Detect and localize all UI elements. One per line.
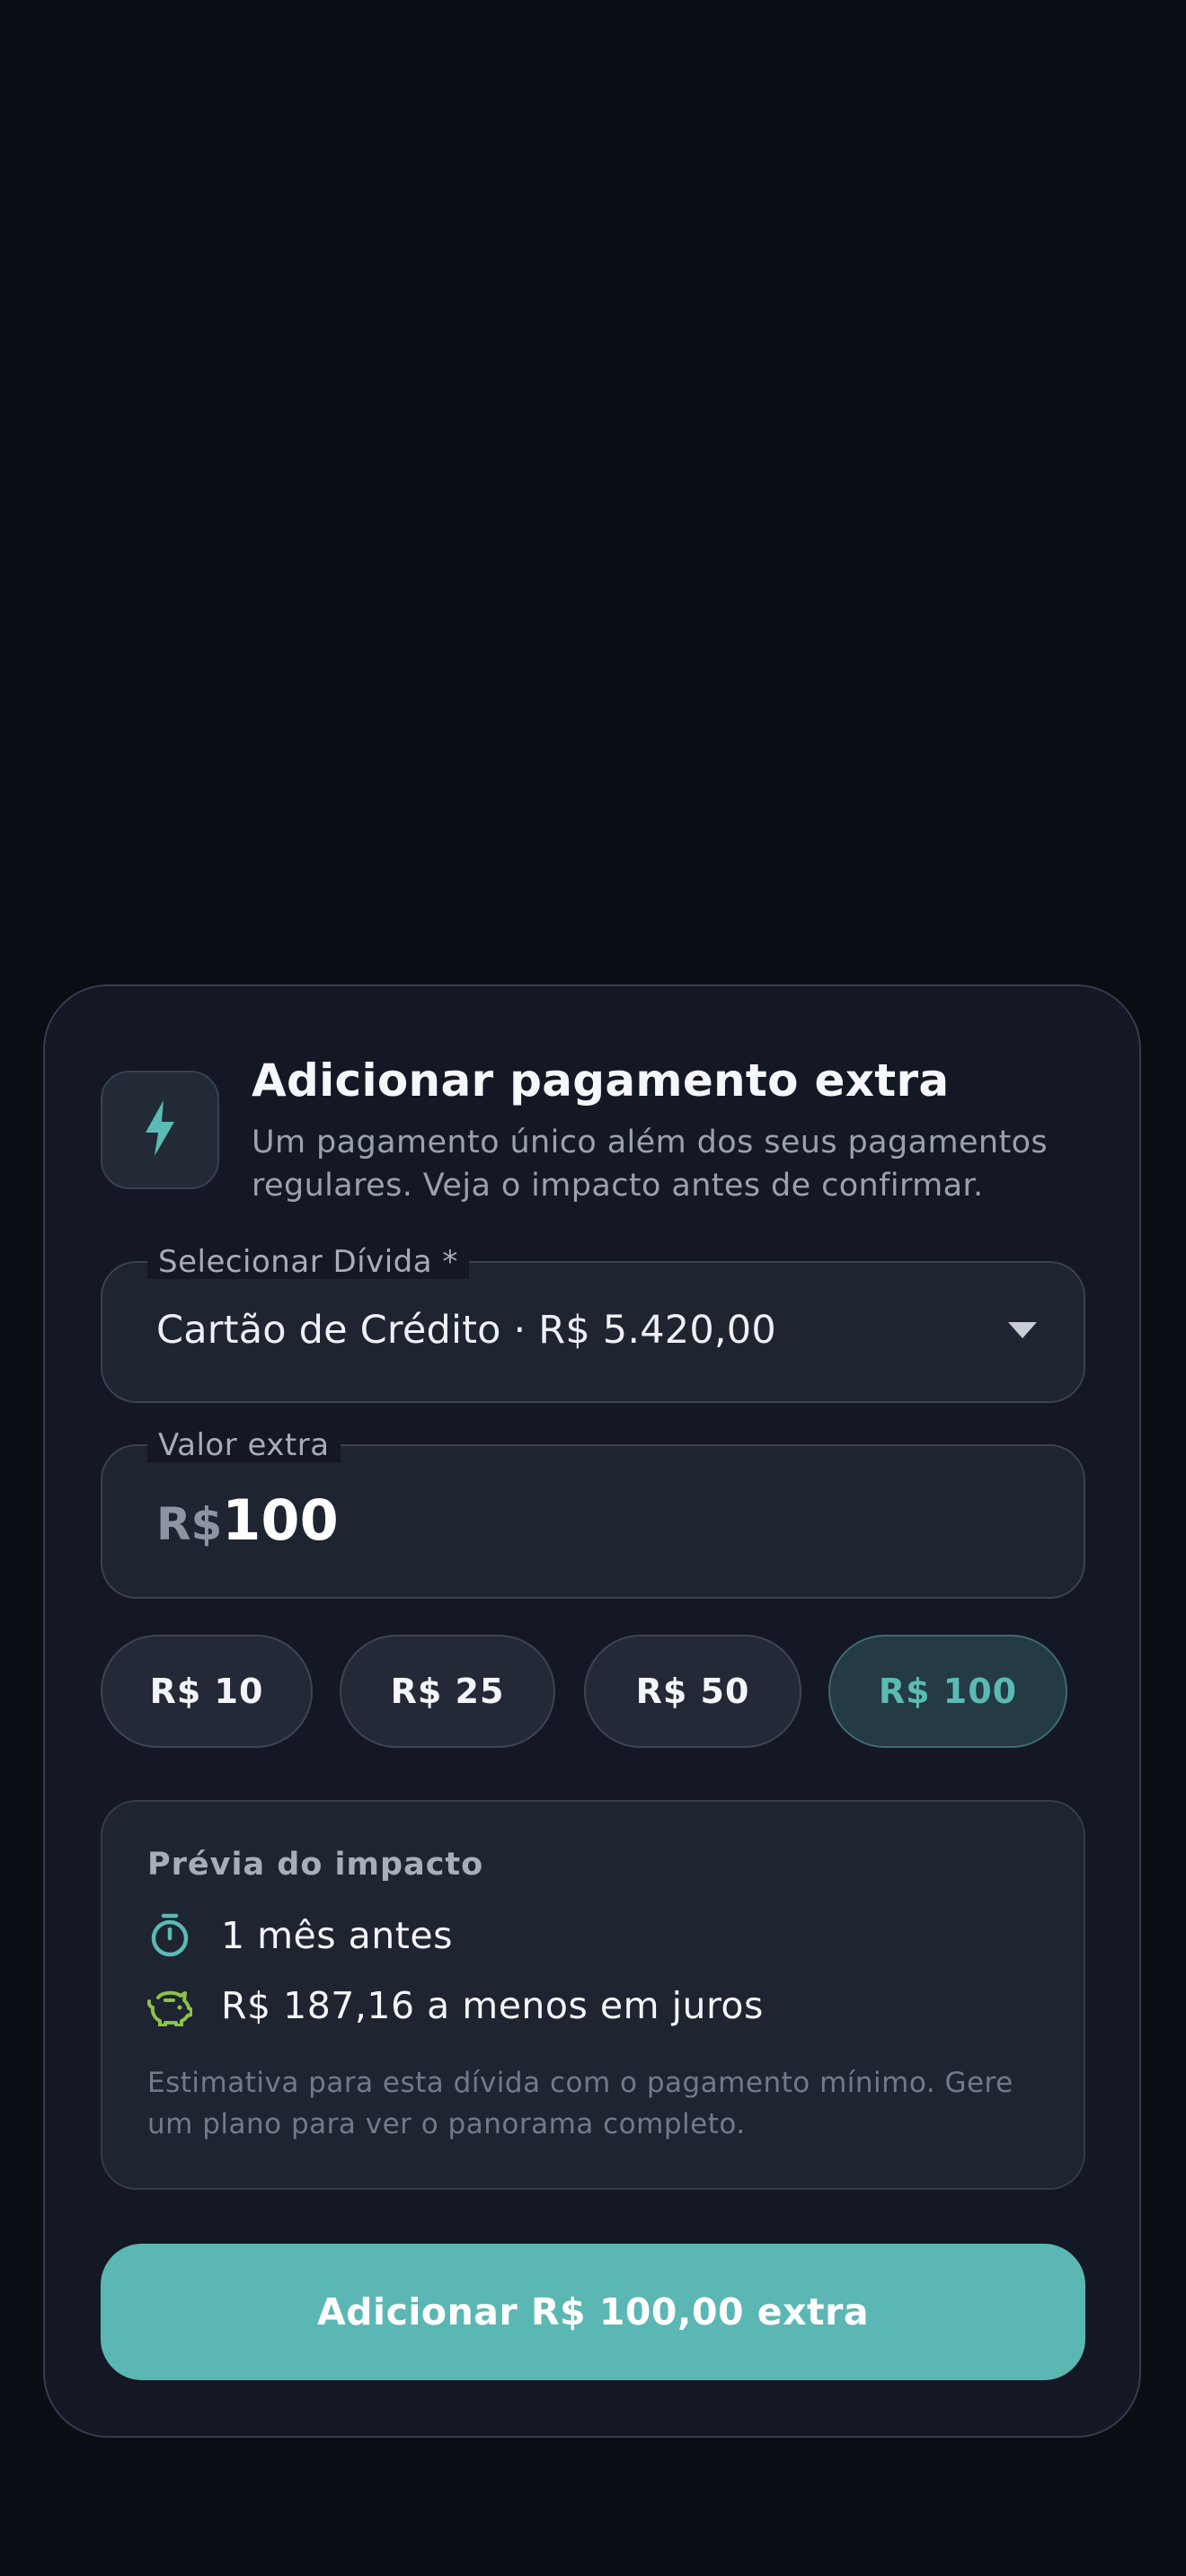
- impact-interest-text: R$ 187,16 a menos em juros: [221, 1984, 764, 2027]
- quick-amount-100-button[interactable]: R$ 100: [828, 1635, 1067, 1748]
- impact-row-time: 1 mês antes: [147, 1913, 453, 1958]
- extra-amount-field[interactable]: Valor extra R$100: [101, 1428, 1085, 1599]
- chevron-down-icon: [1008, 1322, 1037, 1338]
- quick-amount-10-button[interactable]: R$ 10: [101, 1635, 313, 1748]
- quick-amount-50-button[interactable]: R$ 50: [584, 1635, 801, 1748]
- impact-preview-title: Prévia do impacto: [147, 1847, 484, 1883]
- piggy-bank-icon: [147, 1983, 192, 2028]
- extra-amount-input[interactable]: R$100: [156, 1487, 339, 1553]
- lightning-bolt-icon: [142, 1100, 178, 1160]
- extra-payment-sheet: Adicionar pagamento extra Um pagamento ú…: [43, 984, 1141, 2438]
- quick-amount-25-button[interactable]: R$ 25: [340, 1635, 555, 1748]
- header-icon-container: [101, 1071, 219, 1189]
- dialog-title: Adicionar pagamento extra: [252, 1054, 950, 1107]
- debt-select[interactable]: Selecionar Dívida * Cartão de Crédito · …: [101, 1245, 1085, 1403]
- impact-preview-card: Prévia do impacto 1 mês antes R$ 187,16 …: [101, 1800, 1085, 2190]
- extra-amount-label: Valor extra: [147, 1428, 341, 1462]
- debt-select-value: Cartão de Crédito · R$ 5.420,00: [156, 1308, 776, 1353]
- debt-select-label: Selecionar Dívida *: [147, 1245, 469, 1279]
- currency-prefix: R$: [156, 1498, 223, 1550]
- timer-icon: [147, 1913, 192, 1958]
- impact-time-text: 1 mês antes: [221, 1914, 453, 1957]
- impact-row-interest: R$ 187,16 a menos em juros: [147, 1983, 764, 2028]
- extra-amount-value: 100: [222, 1487, 339, 1553]
- add-extra-payment-button[interactable]: Adicionar R$ 100,00 extra: [101, 2244, 1085, 2380]
- dialog-subtitle: Um pagamento único além dos seus pagamen…: [252, 1125, 1049, 1204]
- impact-note: Estimativa para esta dívida com o pagame…: [147, 2067, 1013, 2140]
